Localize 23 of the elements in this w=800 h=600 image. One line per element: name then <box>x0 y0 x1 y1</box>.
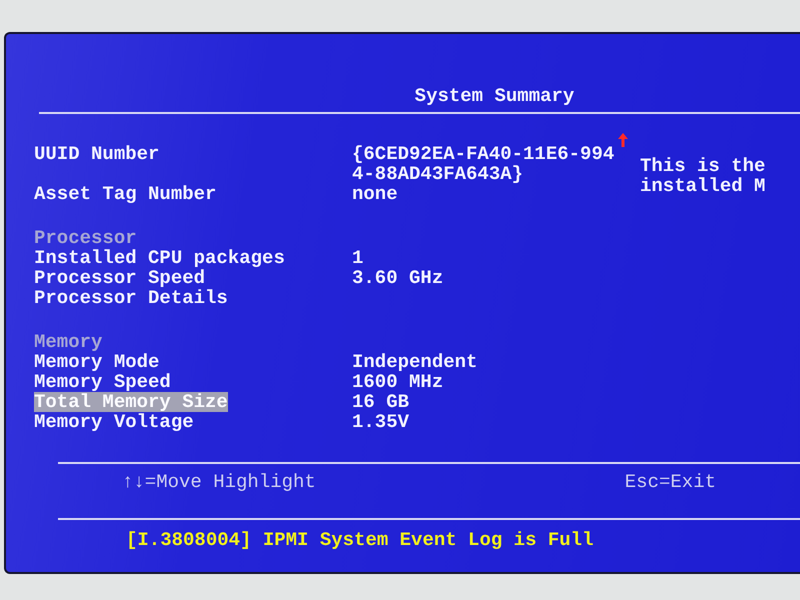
status-message: [I.3808004] IPMI System Event Log is Full <box>126 529 594 551</box>
setting-value: 16 GB <box>352 392 410 412</box>
setting-value: 3.60 GHz <box>352 268 444 288</box>
menu-item[interactable]: UUID Number <box>34 144 160 184</box>
menu-item[interactable]: Processor Speed <box>34 268 206 288</box>
setting-value: none <box>352 184 398 204</box>
menu-item[interactable]: Memory Speed <box>34 372 171 392</box>
up-arrow-icon <box>618 133 628 147</box>
section-heading: Processor <box>34 228 137 248</box>
setting-value: 1 <box>352 248 364 268</box>
setting-value: 1.35V <box>352 412 410 432</box>
setting-value: 1600 MHz <box>352 372 444 392</box>
help-text: This is the installed M <box>640 154 766 196</box>
key-hint: Esc=Exit <box>624 472 716 492</box>
section-heading: Memory <box>34 332 102 352</box>
screen-title: System Summary <box>414 84 574 108</box>
menu-item[interactable]: Memory Mode <box>34 352 160 372</box>
menu-item[interactable]: Installed CPU packages <box>34 248 285 268</box>
key-hint: ↑↓=Move Highlight <box>122 472 316 492</box>
menu-item[interactable]: Memory Voltage <box>34 412 194 432</box>
setting-value: Independent <box>352 352 478 372</box>
menu-item[interactable]: Asset Tag Number <box>34 184 216 204</box>
menu-item[interactable]: Processor Details <box>34 288 228 308</box>
